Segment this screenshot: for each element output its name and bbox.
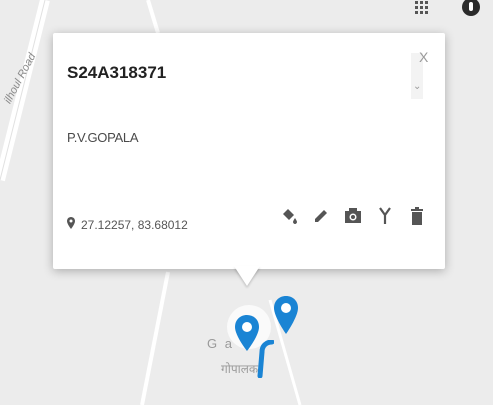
coordinates-text: 27.12257, 83.68012 (81, 217, 188, 232)
popup-pointer (234, 266, 260, 286)
popup-title: S24A318371 (67, 63, 167, 82)
fork-icon[interactable] (375, 205, 395, 227)
pencil-icon[interactable] (311, 205, 331, 227)
trash-icon[interactable] (407, 205, 427, 227)
coordinates: 27.12257, 83.68012 (67, 217, 188, 232)
scroll-down-button[interactable]: ⌄ (413, 81, 421, 92)
location-pin-icon (67, 217, 75, 232)
close-button[interactable]: X (419, 49, 428, 65)
apps-grid-icon[interactable] (413, 0, 431, 16)
popup-owner-name: P.V.GOPALA (67, 130, 139, 145)
paint-bucket-icon[interactable] (279, 205, 299, 227)
popup-actions (279, 205, 427, 227)
camera-icon[interactable] (343, 205, 363, 227)
account-icon[interactable] (461, 0, 481, 18)
info-popup: S24A318371 X ⌄ P.V.GOPALA 27.12257, 83.6… (53, 33, 445, 269)
